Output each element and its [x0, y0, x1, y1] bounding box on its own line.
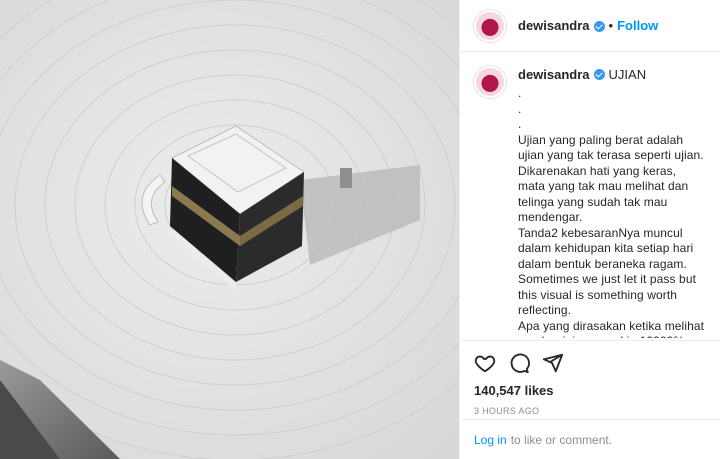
caption-title: UJIAN — [608, 67, 647, 82]
post-photo[interactable] — [0, 0, 459, 459]
heart-icon[interactable] — [474, 352, 496, 374]
login-link[interactable]: Log in — [474, 433, 507, 447]
post-timestamp[interactable]: 3 HOURS AGO — [474, 406, 707, 416]
action-icons — [474, 351, 707, 375]
avatar[interactable] — [474, 9, 506, 42]
comment-icon[interactable] — [508, 352, 530, 374]
caption-text: . . . Ujian yang paling berat adalah uji… — [518, 86, 705, 338]
post-header: dewisandra • Follow — [460, 0, 720, 52]
comment-prompt: to like or comment. — [510, 432, 613, 447]
share-icon[interactable] — [542, 352, 564, 374]
caption-section: dewisandra UJIAN . . . Ujian yang paling … — [460, 52, 720, 338]
comment-bar: Log in to like or comment. — [460, 419, 720, 459]
kaaba-aerial-photo — [0, 0, 459, 459]
likes-count[interactable]: 140,547 likes — [474, 383, 707, 398]
caption-body: dewisandra UJIAN . . . Ujian yang paling … — [518, 66, 706, 338]
verified-badge-icon — [593, 69, 605, 80]
post-actions: 140,547 likes 3 HOURS AGO — [460, 340, 720, 416]
caption-avatar[interactable] — [474, 66, 506, 98]
verified-badge-icon — [593, 21, 605, 32]
follow-button[interactable]: Follow — [617, 18, 658, 33]
caption-head: dewisandra UJIAN — [518, 66, 706, 84]
separator-dot: • — [608, 18, 614, 33]
caption-username[interactable]: dewisandra — [518, 67, 590, 82]
post-details-panel: dewisandra • Follow dewisandra UJIAN . . … — [459, 0, 720, 459]
header-username[interactable]: dewisandra — [518, 18, 590, 33]
